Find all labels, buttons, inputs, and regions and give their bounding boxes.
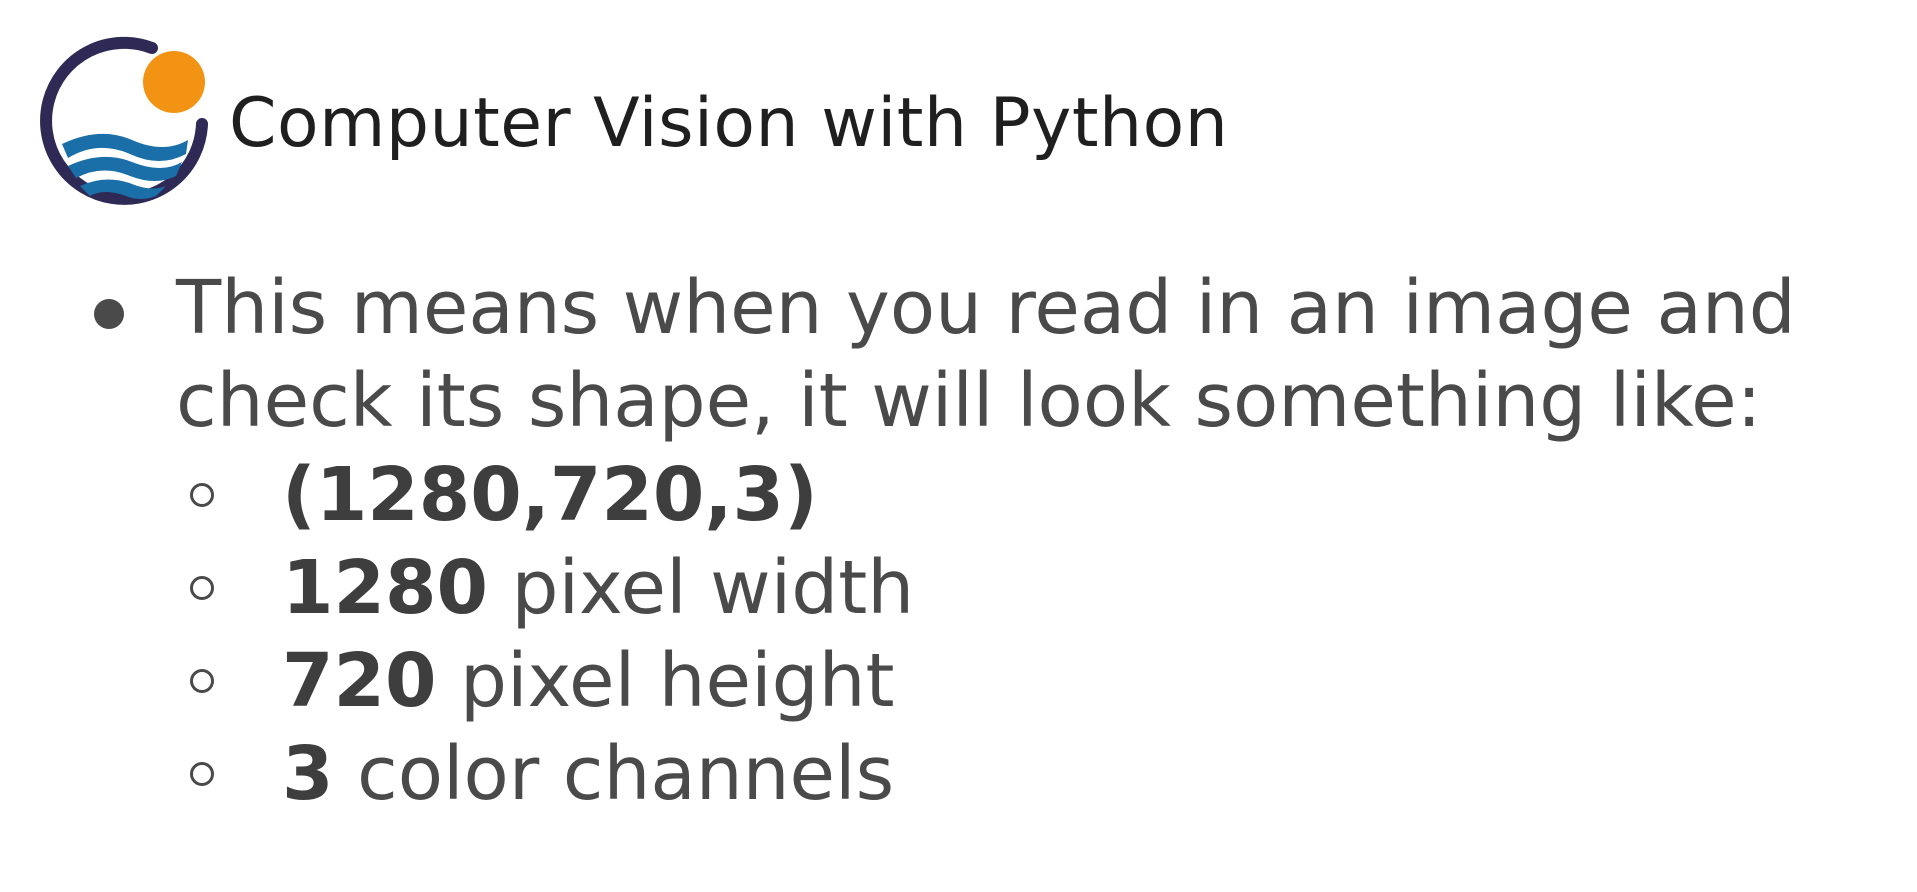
hollow-circle-bullet-icon xyxy=(190,575,214,600)
sub-bullet-bold: (1280,720,3) xyxy=(282,451,818,538)
hollow-circle-bullet-icon xyxy=(190,668,214,693)
sub-bullet-text: 720 pixel height xyxy=(282,638,895,724)
bullet-dot-icon xyxy=(94,299,124,329)
course-title: Computer Vision with Python xyxy=(229,83,1229,163)
sub-bullet-rest: color channels xyxy=(333,730,895,817)
hollow-circle-bullet-icon xyxy=(190,482,214,507)
bullet-item: This means when you read in an image and… xyxy=(80,262,1900,448)
sub-bullet-item: 3 color channels xyxy=(186,727,1900,820)
slide-content: This means when you read in an image and… xyxy=(80,262,1900,820)
sub-bullet-bold: 1280 xyxy=(282,544,488,631)
sub-bullet-text: 1280 pixel width xyxy=(282,545,914,631)
sub-bullet-rest: pixel width xyxy=(487,544,915,631)
hollow-circle-bullet-icon xyxy=(190,761,214,786)
sub-bullet-item: 1280 pixel width xyxy=(186,541,1900,634)
slide: Computer Vision with Python This means w… xyxy=(0,0,1917,892)
sub-bullet-rest: pixel height xyxy=(436,637,895,724)
sub-bullet-item: (1280,720,3) xyxy=(186,448,1900,541)
sub-bullet-item: 720 pixel height xyxy=(186,634,1900,727)
slide-header: Computer Vision with Python xyxy=(40,36,1228,211)
bullet-text-line-2: check its shape, it will look something … xyxy=(176,358,1762,444)
bullet-text-line-1: This means when you read in an image and xyxy=(176,265,1796,351)
sub-bullet-text: (1280,720,3) xyxy=(282,452,818,538)
sub-bullet-text: 3 color channels xyxy=(282,731,894,817)
sub-bullet-bold: 3 xyxy=(282,730,334,817)
sun-over-waves-logo-icon xyxy=(40,36,208,205)
sub-bullet-list: (1280,720,3) 1280 pixel width 720 pixel … xyxy=(80,448,1900,820)
bullet-text: This means when you read in an image and… xyxy=(176,262,1876,448)
sub-bullet-bold: 720 xyxy=(282,637,437,724)
